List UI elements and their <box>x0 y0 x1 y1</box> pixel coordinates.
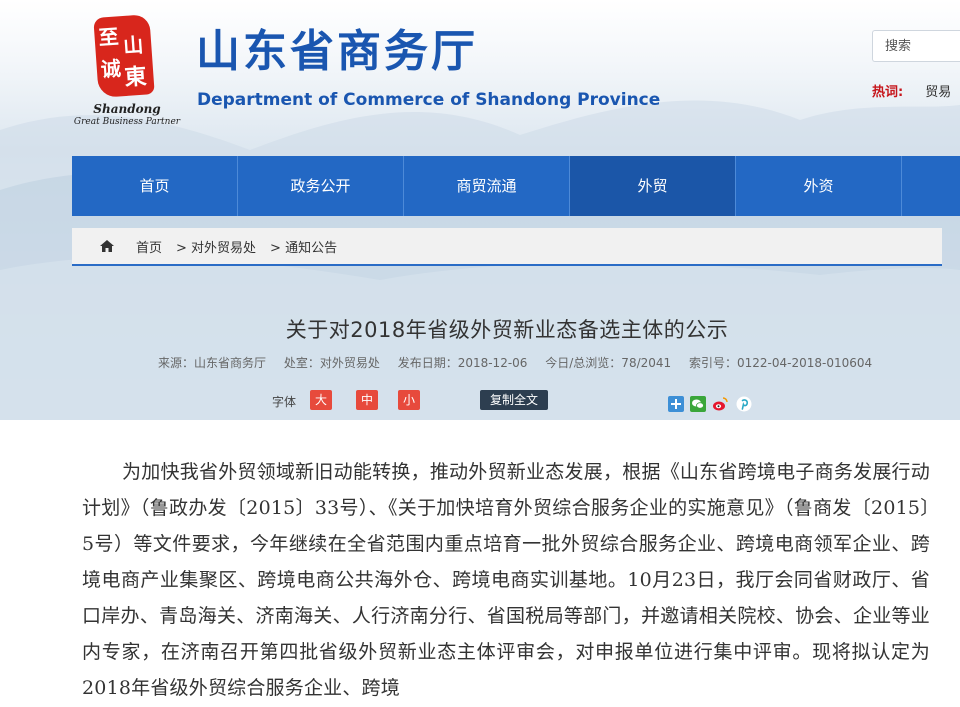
nav-item-home[interactable]: 首页 <box>72 156 238 216</box>
site-subtitle: Department of Commerce of Shandong Provi… <box>197 90 661 110</box>
breadcrumb-notices[interactable]: > 通知公告 <box>270 237 337 256</box>
red-seal-logo: 至 诚 山 東 <box>93 14 155 98</box>
nav-item-foreign-investment[interactable]: 外资 <box>736 156 902 216</box>
site-logo[interactable]: 至 诚 山 東 Shandong Great Business Partner <box>72 14 182 132</box>
seal-char: 東 <box>123 63 148 91</box>
font-medium-button[interactable]: 中 <box>356 390 378 410</box>
hot-word-link[interactable]: 贸易 <box>925 85 951 100</box>
hot-words: 热词: 贸易 <box>872 81 951 100</box>
nav-item-trade-circulation[interactable]: 商贸流通 <box>404 156 570 216</box>
breadcrumb: 首页 > 对外贸易处 > 通知公告 <box>72 228 942 266</box>
meta-index: 索引号：0122-04-2018-010604 <box>689 356 873 370</box>
brand-line-1: Shandong <box>93 102 161 116</box>
plus-share-icon[interactable] <box>668 396 684 412</box>
brand-line-2: Great Business Partner <box>73 117 181 127</box>
font-small-button[interactable]: 小 <box>398 390 420 410</box>
nav-item-foreign-trade[interactable]: 外贸 <box>570 156 736 216</box>
seal-char: 诚 <box>100 56 122 82</box>
breadcrumb-home[interactable]: 首页 <box>136 237 162 256</box>
hot-words-label: 热词: <box>872 85 904 100</box>
meta-views: 今日/总浏览：78/2041 <box>545 356 672 370</box>
seal-char: 山 <box>122 32 145 58</box>
site-title: 山东省商务厅 <box>196 26 478 77</box>
nav-item-government-affairs[interactable]: 政务公开 <box>238 156 404 216</box>
font-size-label: 字体 <box>272 395 297 409</box>
main-nav: 首页 政务公开 商贸流通 外贸 外资 <box>72 156 960 216</box>
article-toolbar: 字体 大 中 小 复制全文 <box>0 390 960 412</box>
seal-char: 至 <box>97 24 120 50</box>
meta-source: 来源：山东省商务厅 <box>158 356 267 370</box>
copy-full-text-button[interactable]: 复制全文 <box>480 390 548 410</box>
meta-date: 发布日期：2018-12-06 <box>397 356 528 370</box>
meta-office: 处室：对外贸易处 <box>283 356 380 370</box>
article-body: 为加快我省外贸领域新旧动能转换，推动外贸新业态发展，根据《山东省跨境电子商务发展… <box>82 461 930 699</box>
pinterest-icon[interactable] <box>736 396 752 412</box>
wechat-icon[interactable] <box>690 396 706 412</box>
home-icon[interactable] <box>100 240 114 252</box>
weibo-icon[interactable] <box>712 396 728 412</box>
article-title: 关于对2018年省级外贸新业态备选主体的公示 <box>285 318 729 342</box>
brand-slogan: Shandong Great Business Partner <box>72 102 182 127</box>
article-meta: 来源：山东省商务厅 处室：对外贸易处 发布日期：2018-12-06 今日/总浏… <box>158 354 886 371</box>
search-input[interactable] <box>872 30 960 62</box>
font-large-button[interactable]: 大 <box>310 390 332 410</box>
breadcrumb-foreign-trade-office[interactable]: > 对外贸易处 <box>176 237 256 256</box>
